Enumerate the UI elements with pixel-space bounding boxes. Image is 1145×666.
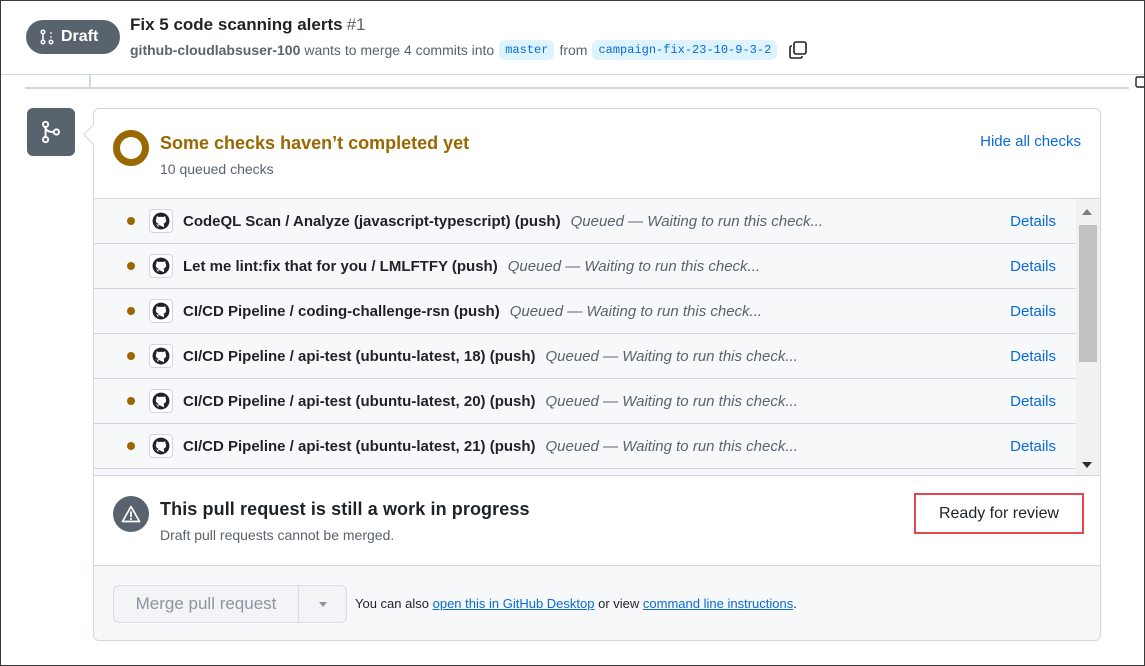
draft-badge: Draft — [26, 20, 120, 54]
check-text: CI/CD Pipeline / api-test (ubuntu-latest… — [183, 438, 798, 455]
ready-for-review-button[interactable]: Ready for review — [914, 493, 1084, 534]
check-row: CI/CD Pipeline / api-test (ubuntu-latest… — [94, 424, 1076, 469]
queued-dot-icon — [127, 397, 135, 405]
check-details-link[interactable]: Details — [1010, 303, 1056, 320]
scroll-down-arrow-icon[interactable] — [1082, 462, 1092, 468]
copy-icon[interactable] — [788, 40, 808, 60]
wip-title: This pull request is still a work in pro… — [160, 499, 530, 519]
github-actions-icon — [149, 299, 173, 323]
merge-box: Some checks haven’t completed yet 10 que… — [93, 108, 1101, 641]
checks-summary: Some checks haven’t completed yet 10 que… — [94, 109, 1100, 199]
merge-button-group: Merge pull request — [113, 585, 347, 623]
merge-text: wants to merge 4 commits into — [304, 42, 495, 58]
check-row: CI/CD Pipeline / coding-challenge-rsn (p… — [94, 289, 1076, 334]
help-middle: or view — [598, 596, 640, 611]
checks-list: CodeQL Scan / Analyze (javascript-typesc… — [94, 199, 1100, 476]
github-actions-icon — [149, 209, 173, 233]
check-details-link[interactable]: Details — [1010, 348, 1056, 365]
github-actions-icon — [149, 389, 173, 413]
pr-author-link[interactable]: github-cloudlabsuser-100 — [130, 42, 300, 58]
check-status: Queued — Waiting to run this check... — [545, 437, 798, 455]
check-status: Queued — Waiting to run this check... — [545, 392, 798, 410]
github-actions-icon — [149, 434, 173, 458]
help-suffix: . — [793, 596, 797, 611]
check-name: CI/CD Pipeline / api-test (ubuntu-latest… — [183, 347, 536, 365]
check-text: CI/CD Pipeline / api-test (ubuntu-latest… — [183, 348, 798, 365]
check-row: Let me lint:fix that for you / LMLFTFY (… — [94, 244, 1076, 289]
pr-meta: github-cloudlabsuser-100 wants to merge … — [130, 40, 808, 60]
check-text: Let me lint:fix that for you / LMLFTFY (… — [183, 258, 760, 275]
check-row: CI/CD Pipeline / api-test (ubuntu-latest… — [94, 379, 1076, 424]
command-line-instructions-link[interactable]: command line instructions — [643, 596, 793, 611]
check-name: Let me lint:fix that for you / LMLFTFY (… — [183, 257, 498, 275]
pending-status-icon — [113, 130, 149, 166]
check-row: CI/CD Pipeline / api-test (ubuntu-latest… — [94, 334, 1076, 379]
open-in-desktop-link[interactable]: open this in GitHub Desktop — [433, 596, 595, 611]
draft-pr-icon — [40, 29, 54, 45]
github-actions-icon — [149, 344, 173, 368]
chevron-down-icon — [318, 601, 327, 607]
pr-title-text: Fix 5 code scanning alerts — [130, 15, 343, 34]
check-status: Queued — Waiting to run this check... — [570, 212, 823, 230]
merge-options-dropdown[interactable] — [299, 586, 346, 622]
scroll-up-arrow-icon[interactable] — [1082, 209, 1092, 215]
edge-copy-icon[interactable] — [1134, 75, 1144, 96]
queued-dot-icon — [127, 352, 135, 360]
scrollbar-thumb[interactable] — [1079, 225, 1097, 362]
git-merge-icon — [27, 108, 75, 156]
check-status: Queued — Waiting to run this check... — [507, 257, 761, 275]
check-text: CI/CD Pipeline / coding-challenge-rsn (p… — [183, 303, 762, 320]
check-name: CI/CD Pipeline / api-test (ubuntu-latest… — [183, 392, 536, 410]
queued-dot-icon — [127, 262, 135, 270]
head-branch[interactable]: campaign-fix-23-10-9-3-2 — [592, 40, 778, 60]
pr-merge-panel: Draft Fix 5 code scanning alerts #1 githu… — [0, 0, 1145, 666]
pr-number: #1 — [346, 15, 366, 34]
merge-footer: Merge pull request You can also open thi… — [94, 566, 1100, 640]
check-text: CI/CD Pipeline / api-test (ubuntu-latest… — [183, 393, 798, 410]
merge-pull-request-button[interactable]: Merge pull request — [114, 586, 299, 622]
check-name: CI/CD Pipeline / coding-challenge-rsn (p… — [183, 302, 500, 320]
timeline-divider — [25, 87, 1129, 89]
checks-title: Some checks haven’t completed yet — [160, 133, 470, 153]
timeline-stub — [89, 75, 91, 87]
check-name: CodeQL Scan / Analyze (javascript-typesc… — [183, 212, 561, 230]
queued-dot-icon — [127, 217, 135, 225]
pr-header: Draft Fix 5 code scanning alerts #1 githu… — [1, 1, 1144, 88]
help-prefix: You can also — [355, 596, 429, 611]
check-status: Queued — Waiting to run this check... — [509, 302, 763, 320]
github-actions-icon — [149, 254, 173, 278]
check-details-link[interactable]: Details — [1010, 393, 1056, 410]
base-branch[interactable]: master — [499, 40, 555, 60]
from-text: from — [559, 42, 588, 58]
check-name: CI/CD Pipeline / api-test (ubuntu-latest… — [183, 437, 536, 455]
check-details-link[interactable]: Details — [1010, 438, 1056, 455]
draft-badge-label: Draft — [61, 28, 99, 45]
checks-subtitle: 10 queued checks — [160, 161, 274, 177]
check-text: CodeQL Scan / Analyze (javascript-typesc… — [183, 213, 823, 230]
check-details-link[interactable]: Details — [1010, 258, 1056, 275]
check-status: Queued — Waiting to run this check... — [545, 347, 798, 365]
check-row: CodeQL Scan / Analyze (javascript-typesc… — [94, 199, 1076, 244]
alert-icon — [113, 496, 149, 532]
queued-dot-icon — [127, 307, 135, 315]
checks-scrollbar[interactable] — [1076, 199, 1100, 475]
check-details-link[interactable]: Details — [1010, 213, 1056, 230]
merge-help-text: You can also open this in GitHub Desktop… — [355, 596, 797, 611]
hide-all-checks-link[interactable]: Hide all checks — [980, 133, 1081, 150]
queued-dot-icon — [127, 442, 135, 450]
wip-subtitle: Draft pull requests cannot be merged. — [160, 527, 395, 543]
draft-status-section: This pull request is still a work in pro… — [94, 476, 1100, 566]
pr-title: Fix 5 code scanning alerts #1 — [130, 15, 366, 35]
